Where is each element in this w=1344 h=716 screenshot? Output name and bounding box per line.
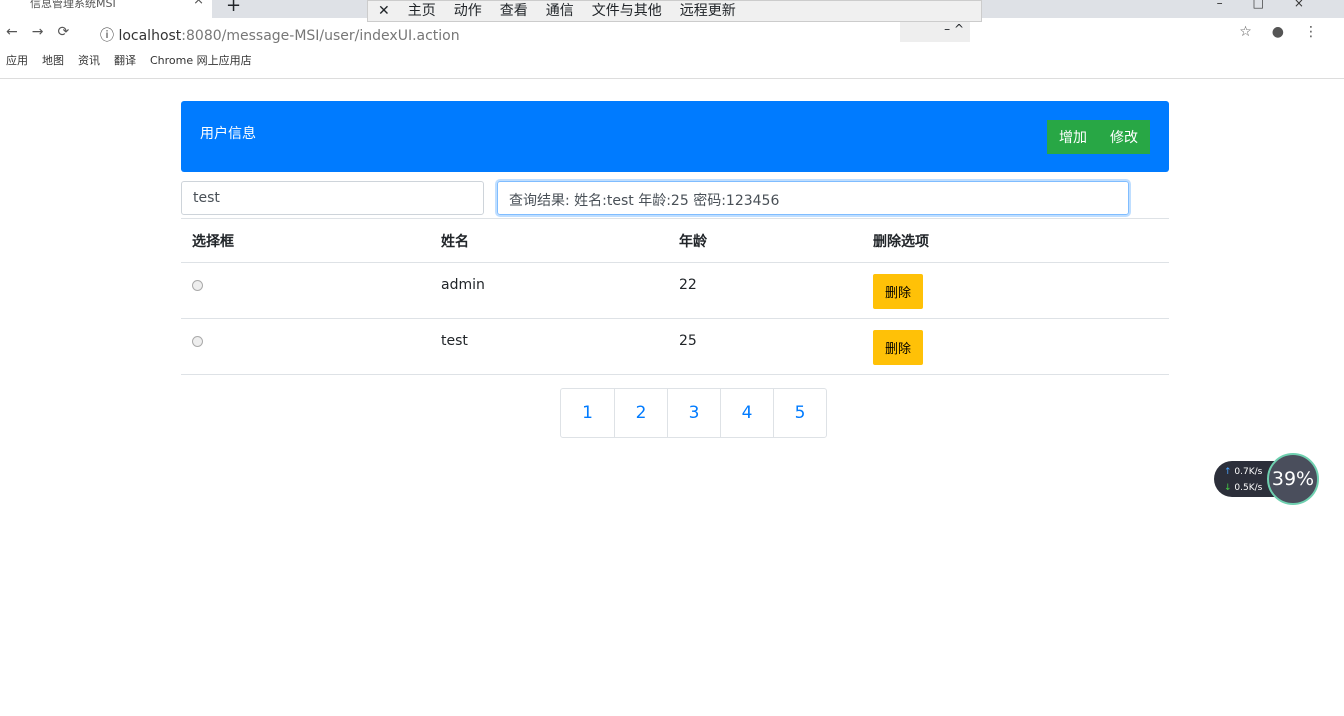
browser-tab[interactable]: 信息管理系统MSI × — [0, 0, 212, 18]
remote-files[interactable]: 文件与其他 — [592, 4, 662, 18]
pagination: 1 2 3 4 5 — [560, 388, 827, 438]
delete-button[interactable]: 删除 — [873, 274, 924, 309]
page-header: 用户信息 增加 修改 — [181, 101, 1169, 172]
tab-title: 信息管理系统MSI — [30, 0, 116, 10]
window-controls[interactable]: –□× — [1217, 0, 1334, 10]
table-header: 选择框 姓名 年龄 删除选项 — [181, 218, 1169, 263]
row-name: test — [430, 318, 668, 375]
row-name: admin — [430, 262, 668, 319]
remote-view[interactable]: 查看 — [500, 4, 528, 18]
col-select: 选择框 — [181, 218, 430, 263]
page-2[interactable]: 2 — [614, 389, 667, 437]
add-button[interactable]: 增加 — [1047, 120, 1099, 154]
nav-buttons[interactable]: ←→⟳ — [6, 24, 83, 40]
address-bar: ←→⟳ ⓘ localhost:8080/message-MSI/user/in… — [0, 18, 1344, 50]
remote-toolbar: ✕ 主页 动作 查看 通信 文件与其他 远程更新 — [367, 0, 982, 22]
new-tab-icon[interactable]: + — [226, 0, 241, 16]
bookmark-store[interactable]: Chrome 网上应用店 — [150, 52, 252, 68]
bookmark-news[interactable]: 资讯 — [78, 52, 100, 68]
page-title: 用户信息 — [200, 126, 256, 142]
download-speed: 0.5K/s — [1234, 483, 1263, 493]
url-field[interactable]: ⓘ localhost:8080/message-MSI/user/indexU… — [100, 25, 460, 45]
search-input[interactable]: test — [181, 181, 484, 215]
divider — [0, 78, 1344, 79]
page-5[interactable]: 5 — [773, 389, 826, 437]
toolbar-minimize[interactable]: – ^ — [900, 22, 970, 42]
col-delete: 删除选项 — [862, 218, 1169, 263]
page-3[interactable]: 3 — [667, 389, 720, 437]
page-4[interactable]: 4 — [720, 389, 773, 437]
result-field[interactable]: 查询结果: 姓名:test 年龄:25 密码:123456 — [497, 181, 1129, 215]
star-icon[interactable]: ☆●⋮ — [1239, 24, 1338, 40]
row-age: 25 — [668, 318, 862, 375]
upload-speed: 0.7K/s — [1234, 467, 1263, 477]
remote-update[interactable]: 远程更新 — [680, 4, 736, 18]
row-radio[interactable] — [192, 280, 203, 291]
close-icon[interactable]: ✕ — [378, 4, 390, 18]
url-host: localhost — [118, 28, 182, 44]
remote-action[interactable]: 动作 — [454, 4, 482, 18]
usage-gauge[interactable]: 39% — [1267, 453, 1319, 505]
col-name: 姓名 — [430, 218, 668, 263]
page-1[interactable]: 1 — [561, 389, 614, 437]
table-row: admin 22 删除 — [181, 262, 1169, 319]
remote-home[interactable]: 主页 — [408, 4, 436, 18]
close-tab-icon[interactable]: × — [193, 0, 204, 7]
table-row: test 25 删除 — [181, 318, 1169, 375]
bookmark-apps[interactable]: 应用 — [6, 52, 28, 68]
url-path: :8080/message-MSI/user/indexUI.action — [181, 28, 460, 44]
row-radio[interactable] — [192, 336, 203, 347]
edit-button[interactable]: 修改 — [1098, 120, 1150, 154]
bookmarks-bar: 应用 地图 资讯 翻译 Chrome 网上应用店 — [6, 52, 252, 68]
bookmark-maps[interactable]: 地图 — [42, 52, 64, 68]
col-age: 年龄 — [668, 218, 862, 263]
upload-icon: ↑ — [1224, 467, 1232, 477]
user-table: 选择框 姓名 年龄 删除选项 admin 22 删除 test 25 删除 — [181, 218, 1169, 375]
bookmark-translate[interactable]: 翻译 — [114, 52, 136, 68]
remote-comm[interactable]: 通信 — [546, 4, 574, 18]
delete-button[interactable]: 删除 — [873, 330, 924, 365]
download-icon: ↓ — [1224, 483, 1232, 493]
row-age: 22 — [668, 262, 862, 319]
